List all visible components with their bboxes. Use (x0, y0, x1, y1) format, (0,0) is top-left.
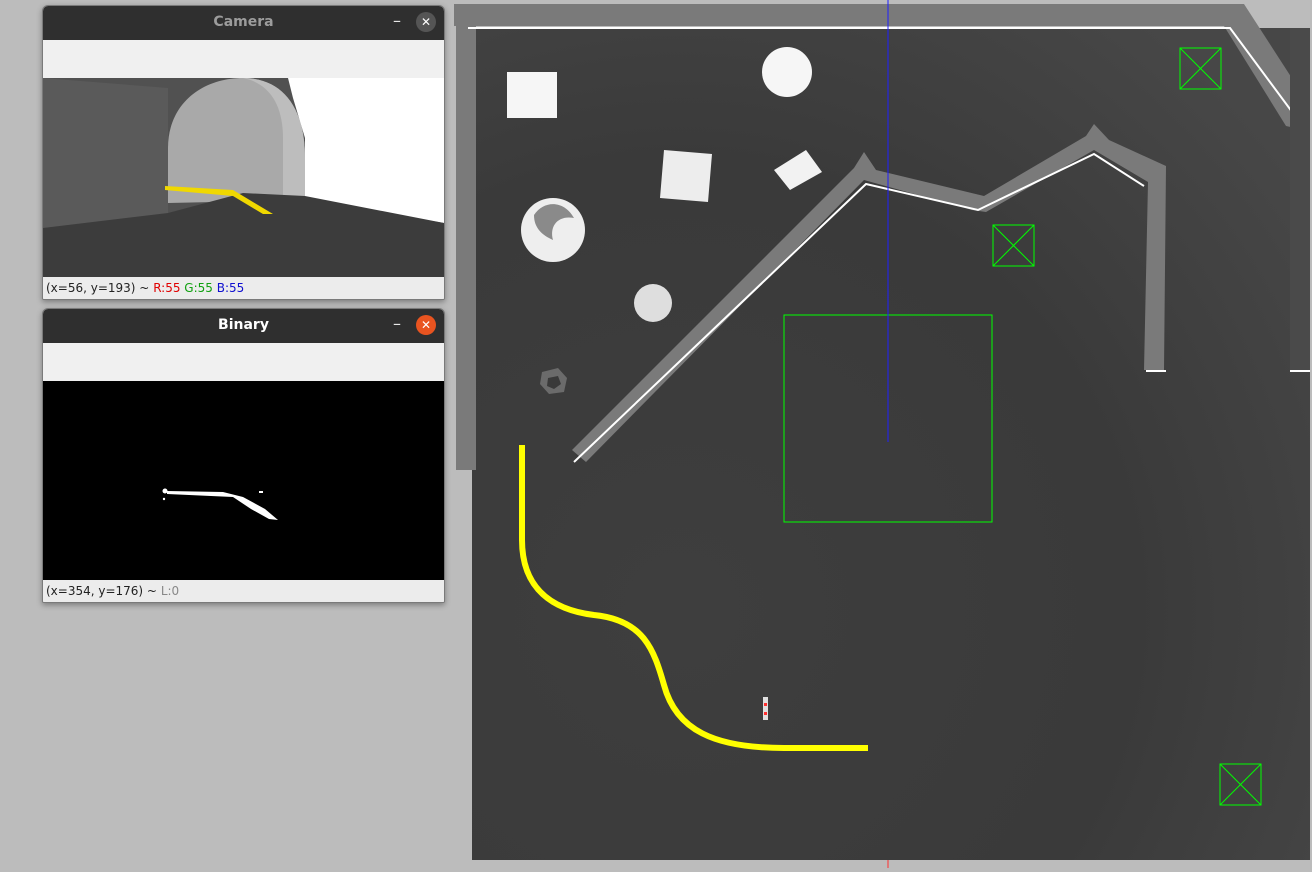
white-box-2 (660, 150, 712, 202)
camera-status-coords: (x=56, y=193) ~ (46, 281, 150, 295)
camera-window: Camera – ✕ (x=56, y=193) ~ R:55 G:55 B:5… (42, 5, 445, 300)
camera-status-bar: (x=56, y=193) ~ R:55 G:55 B:55 (43, 277, 444, 299)
white-box (507, 72, 557, 118)
camera-status-red: R:55 (153, 281, 181, 295)
binary-toolbar (43, 343, 444, 381)
close-icon[interactable]: ✕ (416, 12, 436, 32)
robot[interactable] (763, 697, 768, 720)
top-wall (454, 4, 1244, 26)
simulation-scene (454, 0, 1310, 868)
binary-status-level: L:0 (160, 584, 180, 598)
camera-image (43, 78, 444, 279)
camera-status-blue: B:55 (216, 281, 245, 295)
white-puck (634, 284, 672, 322)
camera-toolbar (43, 40, 444, 78)
close-icon[interactable]: ✕ (416, 315, 436, 335)
binary-status-coords: (x=354, y=176) ~ (46, 584, 157, 598)
camera-titlebar[interactable]: Camera – ✕ (43, 6, 444, 40)
camera-view[interactable] (43, 78, 444, 279)
camera-window-title: Camera (213, 14, 274, 30)
binary-window-title: Binary (218, 317, 269, 333)
minimize-icon[interactable]: – (386, 10, 408, 32)
binary-titlebar[interactable]: Binary – ✕ (43, 309, 444, 343)
binary-status-bar: (x=354, y=176) ~ L:0 (43, 580, 444, 602)
simulation-viewport[interactable] (454, 0, 1312, 868)
binary-view[interactable] (43, 381, 444, 582)
minimize-icon[interactable]: – (386, 313, 408, 335)
left-wall (456, 4, 476, 470)
white-cylinder (762, 47, 812, 97)
camera-status-green: G:55 (184, 281, 213, 295)
binary-window: Binary – ✕ (x=354, y=176) ~ L:0 (42, 308, 445, 603)
binary-image (43, 381, 444, 582)
